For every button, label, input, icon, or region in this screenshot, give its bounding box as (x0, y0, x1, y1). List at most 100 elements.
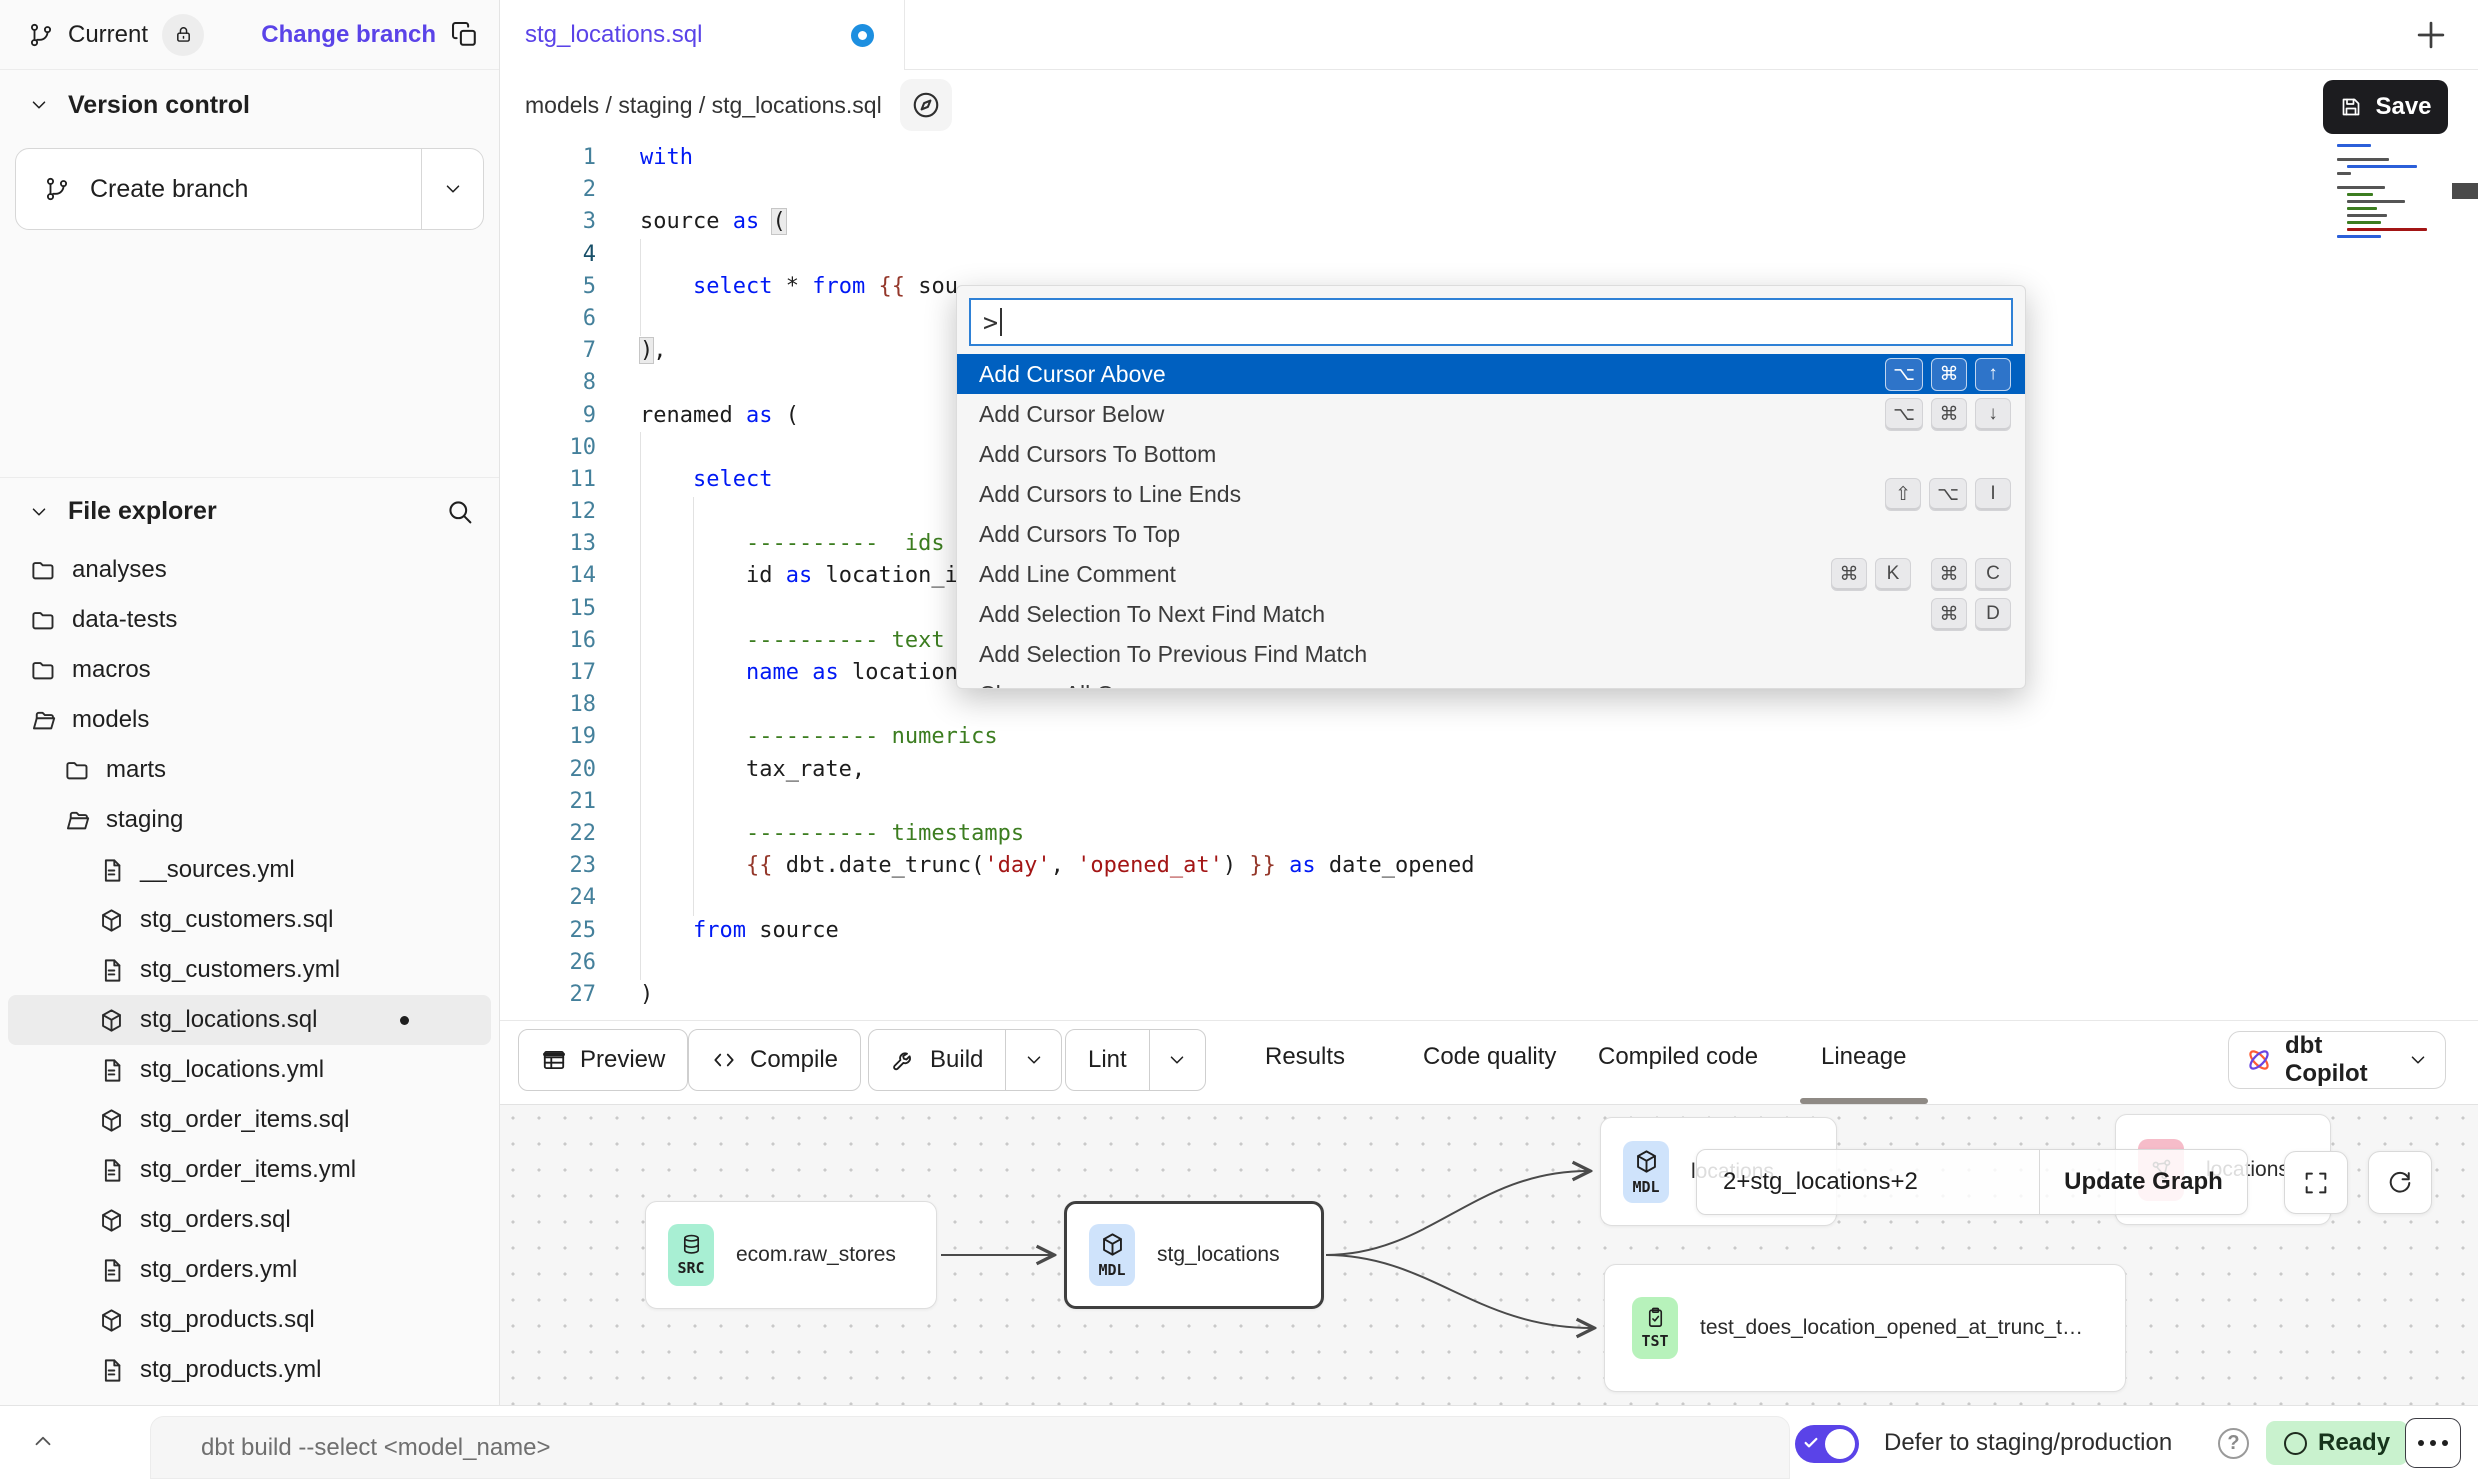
file-item-marts[interactable]: marts (8, 745, 491, 795)
build-dropdown[interactable] (1005, 1030, 1061, 1090)
lint-label: Lint (1088, 1046, 1127, 1074)
file-item-models[interactable]: models (8, 695, 491, 745)
code-line-25[interactable]: 25 from source (500, 915, 2478, 947)
file-item-stg_order_items.sql[interactable]: stg_order_items.sql (8, 1095, 491, 1145)
file-name: stg_customers.yml (140, 956, 340, 984)
file-item-stg_orders.yml[interactable]: stg_orders.yml (8, 1245, 491, 1295)
code-line-26[interactable]: 26 (500, 947, 2478, 979)
navigate-button[interactable] (900, 79, 952, 131)
line-content: ---------- ids (640, 528, 945, 560)
tab-compiled-code[interactable]: Compiled code (1598, 1043, 1758, 1071)
chevron-up-icon[interactable] (30, 1428, 56, 1454)
code-line-2[interactable]: 2 (500, 174, 2478, 206)
palette-item-add-cursors-to-top[interactable]: Add Cursors To Top (957, 514, 2025, 554)
palette-item-add-selection-to-next-find-match[interactable]: Add Selection To Next Find Match⌘D (957, 594, 2025, 634)
code-line-4[interactable]: 4 (500, 239, 2478, 271)
file-name: stg_order_items.sql (140, 1106, 349, 1134)
code-line-23[interactable]: 23 {{ dbt.date_trunc('day', 'opened_at')… (500, 850, 2478, 882)
file-item-stg_locations.sql[interactable]: stg_locations.sql (8, 995, 491, 1045)
file-item-data-tests[interactable]: data-tests (8, 595, 491, 645)
file-explorer-header[interactable]: File explorer (0, 478, 499, 545)
status-circle-icon (2284, 1432, 2307, 1455)
key-icon: ⌥ (1929, 478, 1967, 511)
tab-results[interactable]: Results (1265, 1043, 1345, 1071)
file-item-analyses[interactable]: analyses (8, 545, 491, 595)
palette-item-add-cursors-to-line-ends[interactable]: Add Cursors to Line Ends⇧⌥I (957, 474, 2025, 514)
code-line-19[interactable]: 19 ---------- numerics (500, 721, 2478, 753)
palette-item-add-cursor-above[interactable]: Add Cursor Above⌥⌘↑ (957, 354, 2025, 394)
file-name: analyses (72, 556, 167, 584)
minimap-slider[interactable] (2452, 183, 2478, 199)
code-editor[interactable]: 1with23source as (45 select * from {{ so… (500, 140, 2478, 1020)
create-branch-button[interactable]: Create branch (15, 148, 484, 230)
palette-item-add-line-comment[interactable]: Add Line Comment⌘K⌘C (957, 554, 2025, 594)
version-control-header[interactable]: Version control (0, 70, 499, 140)
lineage-panel[interactable]: SRC ecom.raw_stores MDL stg_locations MD… (500, 1105, 2478, 1405)
copy-icon[interactable] (450, 20, 479, 49)
file-item-stg_customers.sql[interactable]: stg_customers.sql (8, 895, 491, 945)
sidebar: Current Change branch Version control Cr… (0, 0, 500, 1405)
code-icon (711, 1047, 737, 1073)
dbt-command-input[interactable]: dbt build --select <model_name> (150, 1416, 1790, 1479)
line-number: 13 (500, 528, 640, 560)
code-line-18[interactable]: 18 (500, 689, 2478, 721)
file-item-macros[interactable]: macros (8, 645, 491, 695)
line-number: 7 (500, 335, 640, 367)
file-item-stg_products.yml[interactable]: stg_products.yml (8, 1345, 491, 1395)
doc-icon (98, 1157, 125, 1184)
palette-item-change-all-occurrences[interactable]: Change All Occurrences (957, 674, 2025, 688)
file-item-__sources.yml[interactable]: __sources.yml (8, 845, 491, 895)
tab-lineage[interactable]: Lineage (1821, 1043, 1906, 1071)
lint-button[interactable]: Lint (1065, 1029, 1206, 1091)
code-line-27[interactable]: 27) (500, 979, 2478, 1011)
minimap[interactable] (2337, 144, 2455, 236)
file-item-staging[interactable]: staging (8, 795, 491, 845)
palette-item-add-cursor-below[interactable]: Add Cursor Below⌥⌘↓ (957, 394, 2025, 434)
help-icon[interactable] (2218, 1428, 2249, 1459)
file-item-stg_order_items.yml[interactable]: stg_order_items.yml (8, 1145, 491, 1195)
palette-item-label: Add Cursors To Top (979, 521, 1180, 548)
palette-item-add-selection-to-previous-find-match[interactable]: Add Selection To Previous Find Match (957, 634, 2025, 674)
file-name: stg_order_items.yml (140, 1156, 356, 1184)
file-item-stg_customers.yml[interactable]: stg_customers.yml (8, 945, 491, 995)
code-line-22[interactable]: 22 ---------- timestamps (500, 818, 2478, 850)
fullscreen-button[interactable] (2284, 1151, 2348, 1214)
update-graph-button[interactable]: Update Graph (2039, 1150, 2247, 1214)
code-line-20[interactable]: 20 tax_rate, (500, 754, 2478, 786)
tab-code-quality[interactable]: Code quality (1423, 1043, 1556, 1071)
file-item-stg_products.sql[interactable]: stg_products.sql (8, 1295, 491, 1345)
lineage-node-test[interactable]: TST test_does_location_opened_at_trunc_t… (1604, 1264, 2126, 1392)
line-content: select (640, 464, 772, 496)
file-item-stg_locations.yml[interactable]: stg_locations.yml (8, 1045, 491, 1095)
lint-dropdown[interactable] (1149, 1030, 1205, 1090)
code-line-3[interactable]: 3source as ( (500, 206, 2478, 238)
file-item-stg_orders.sql[interactable]: stg_orders.sql (8, 1195, 491, 1245)
save-button[interactable]: Save (2323, 80, 2448, 134)
ready-status-badge[interactable]: Ready (2266, 1421, 2408, 1465)
create-branch-dropdown[interactable] (421, 149, 483, 229)
new-tab-button[interactable] (2412, 16, 2450, 54)
command-palette-input[interactable]: > (969, 298, 2013, 346)
more-options-button[interactable] (2405, 1418, 2461, 1468)
change-branch-link[interactable]: Change branch (261, 21, 436, 49)
search-icon[interactable] (445, 497, 474, 526)
compile-button[interactable]: Compile (688, 1029, 861, 1091)
code-line-21[interactable]: 21 (500, 786, 2478, 818)
key-icon: C (1975, 558, 2011, 591)
refresh-button[interactable] (2368, 1151, 2432, 1214)
build-button[interactable]: Build (868, 1029, 1062, 1091)
lineage-selector-input[interactable]: 2+stg_locations+2 (1697, 1150, 2039, 1214)
tab-stg-locations-sql[interactable]: stg_locations.sql (500, 0, 905, 70)
dbt-copilot-button[interactable]: dbt Copilot (2228, 1031, 2446, 1089)
code-line-24[interactable]: 24 (500, 882, 2478, 914)
code-line-1[interactable]: 1with (500, 142, 2478, 174)
modified-dot (400, 1016, 409, 1025)
lineage-node-source[interactable]: SRC ecom.raw_stores (645, 1201, 937, 1309)
key-icon: ↑ (1975, 358, 2011, 391)
lineage-node-stg-locations[interactable]: MDL stg_locations (1064, 1201, 1324, 1309)
palette-item-add-cursors-to-bottom[interactable]: Add Cursors To Bottom (957, 434, 2025, 474)
defer-toggle[interactable] (1795, 1425, 1859, 1463)
current-branch-label: Current (68, 21, 148, 49)
preview-button[interactable]: Preview (518, 1029, 688, 1091)
line-content: id as location_id, (640, 560, 984, 592)
